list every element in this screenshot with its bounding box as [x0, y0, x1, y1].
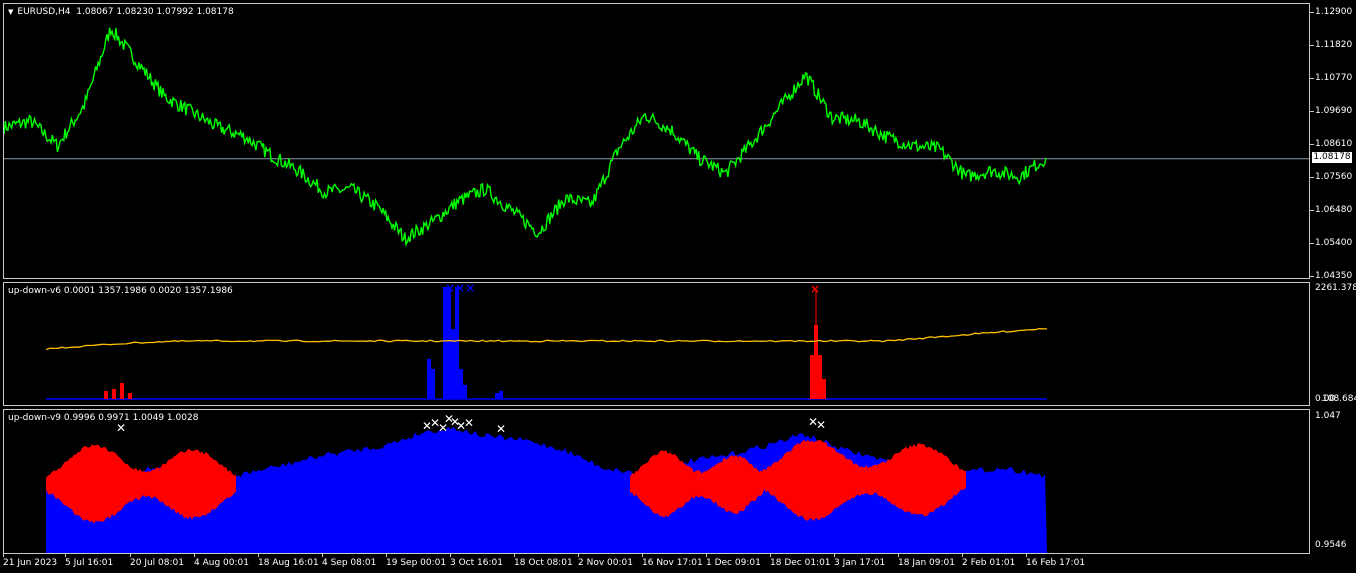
v6-up-bar: [431, 369, 435, 399]
v6-down-bar: [810, 355, 814, 399]
v9-signal-marker: ✕: [496, 422, 506, 436]
time-axis-tick: [65, 554, 66, 557]
indicator-v9-pane[interactable]: up-down-v9 0.9996 0.9971 1.0049 1.0028 ✕…: [3, 409, 1310, 554]
v6-down-bar: [822, 379, 826, 399]
time-axis-tick: [450, 554, 451, 557]
time-axis-label: 21 Jun 2023: [3, 558, 58, 568]
time-axis-label: 16 Nov 17:01: [642, 558, 703, 568]
v6-down-bar: [120, 383, 124, 399]
v9-axis-bottom: 0.9546: [1315, 540, 1347, 550]
time-axis-tick: [194, 554, 195, 557]
v6-up-bar: [447, 287, 451, 399]
time-axis-tick: [258, 554, 259, 557]
v6-up-bar: [463, 385, 467, 399]
time-axis-tick: [386, 554, 387, 557]
price-axis-tick: [1310, 144, 1314, 145]
price-axis-label: 1.11820: [1315, 40, 1353, 50]
time-axis-tick: [642, 554, 643, 557]
time-axis-tick: [770, 554, 771, 557]
time-axis-label: 2 Nov 00:01: [578, 558, 633, 568]
v6-up-bar: [459, 369, 463, 399]
ohlc-values: 1.08067 1.08230 1.07992 1.08178: [76, 7, 234, 17]
price-axis-label: 1.09690: [1315, 106, 1353, 116]
v6-down-bar: [128, 393, 132, 399]
v6-signal-line: [45, 327, 1048, 351]
dropdown-caret-icon[interactable]: ▼: [8, 8, 13, 16]
v9-axis-top: 1.047: [1315, 411, 1341, 421]
v9-signal-marker: ✕: [464, 416, 474, 430]
price-axis-label: 1.05400: [1315, 238, 1353, 248]
indicator-v6-pane[interactable]: up-down-v6 0.0001 1357.1986 0.0020 1357.…: [3, 282, 1310, 406]
price-axis-label: 1.08610: [1315, 139, 1353, 149]
v9-signal-marker: ✕: [116, 421, 126, 435]
price-axis-label: 1.04350: [1315, 271, 1353, 281]
time-axis-tick: [514, 554, 515, 557]
price-axis-label: 1.12900: [1315, 7, 1353, 17]
time-axis-label: 20 Jul 08:01: [130, 558, 184, 568]
indicator-v9-label: up-down-v9 0.9996 0.9971 1.0049 1.0028: [8, 413, 199, 423]
v6-axis-bottom-b: 108.6847: [1322, 394, 1356, 404]
time-axis-label: 1 Dec 09:01: [706, 558, 761, 568]
price-axis-tick: [1310, 243, 1314, 244]
time-axis-label: 18 Aug 16:01: [258, 558, 319, 568]
price-axis-tick: [1310, 45, 1314, 46]
v6-up-bar: [443, 287, 447, 399]
indicator-v6-label: up-down-v6 0.0001 1357.1986 0.0020 1357.…: [8, 286, 233, 296]
current-price-tag: 1.08178: [1312, 152, 1352, 163]
time-axis-label: 4 Aug 00:01: [194, 558, 249, 568]
time-axis-tick: [834, 554, 835, 557]
time-axis-tick: [322, 554, 323, 557]
v6-up-bar: [495, 393, 499, 399]
time-axis-label: 18 Dec 01:01: [770, 558, 831, 568]
time-axis-label: 3 Oct 16:01: [450, 558, 503, 568]
time-axis-label: 2 Feb 01:01: [962, 558, 1016, 568]
v9-signal-marker: ✕: [816, 418, 826, 432]
price-line-chart: [4, 27, 1309, 248]
v6-down-bar: [104, 391, 108, 399]
v6-down-marker: ×: [810, 283, 820, 296]
indicator-v9-histogram: ✕ ✕✕✕✕✕✕✕ ✕ ✕✕: [46, 412, 1047, 553]
symbol-label: EURUSD,H4: [17, 7, 71, 17]
v6-axis-top: 2261.3787: [1315, 283, 1356, 293]
price-axis-tick: [1310, 12, 1314, 13]
price-chart-pane[interactable]: ▼ EURUSD,H4 1.08067 1.08230 1.07992 1.081…: [3, 3, 1310, 279]
time-axis-label: 18 Oct 08:01: [514, 558, 573, 568]
time-axis-tick: [1026, 554, 1027, 557]
price-axis-tick: [1310, 78, 1314, 79]
price-axis-tick: [1310, 111, 1314, 112]
v6-up-bar: [451, 329, 455, 399]
price-axis-tick: [1310, 276, 1314, 277]
v6-up-bar: [499, 391, 503, 399]
price-axis-tick: [1310, 177, 1314, 178]
price-series-line: [4, 27, 1047, 248]
price-axis-tick: [1310, 210, 1314, 211]
v6-down-bar: [112, 389, 116, 399]
indicator-v6-histogram: ××× ×: [45, 283, 1048, 400]
time-axis-label: 5 Jul 16:01: [65, 558, 114, 568]
time-axis-tick: [130, 554, 131, 557]
v6-up-bar: [427, 359, 431, 399]
v6-up-bar: [455, 287, 459, 399]
time-axis-label: 3 Jan 17:01: [834, 558, 886, 568]
time-axis-tick: [706, 554, 707, 557]
v6-up-marker: ×××: [445, 283, 475, 295]
price-axis-label: 1.06480: [1315, 205, 1353, 215]
symbol-header: ▼ EURUSD,H4 1.08067 1.08230 1.07992 1.081…: [8, 7, 234, 17]
price-axis-label: 1.07560: [1315, 172, 1353, 182]
time-axis-label: 19 Sep 00:01: [386, 558, 447, 568]
time-axis-tick: [578, 554, 579, 557]
time-axis-label: 18 Jan 09:01: [898, 558, 955, 568]
time-axis-label: 16 Feb 17:01: [1026, 558, 1086, 568]
v6-down-bar: [818, 355, 822, 399]
price-axis-label: 1.10770: [1315, 73, 1353, 83]
time-axis-tick: [898, 554, 899, 557]
time-axis-tick: [3, 554, 4, 557]
time-axis-label: 4 Sep 08:01: [322, 558, 377, 568]
time-axis-tick: [962, 554, 963, 557]
